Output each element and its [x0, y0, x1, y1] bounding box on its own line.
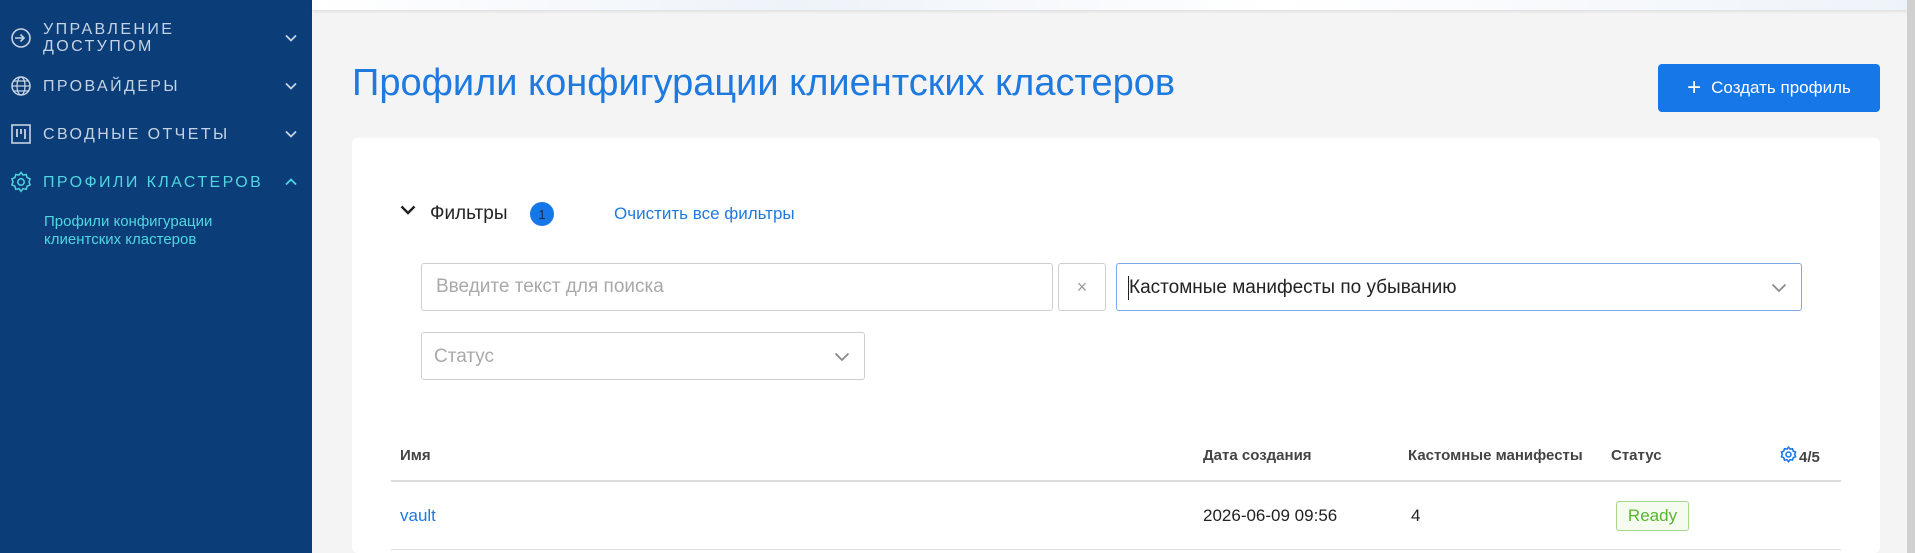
visible-columns-count: 4/5 [1799, 448, 1820, 466]
page-title: Профили конфигурации клиентских кластеро… [352, 62, 1176, 104]
create-profile-label: Создать профиль [1711, 78, 1851, 97]
clear-search-button[interactable]: × [1058, 263, 1106, 311]
status-select[interactable]: Статус [421, 332, 865, 380]
sidebar-item-cluster-profiles[interactable]: Профили кластеров [0, 162, 312, 202]
clear-all-filters-link[interactable]: Очистить все фильтры [614, 204, 795, 224]
table-row-divider [391, 549, 1841, 550]
chevron-down-icon[interactable] [398, 200, 418, 220]
column-header-status[interactable]: Статус [1611, 447, 1662, 464]
sidebar-item-label: Сводные отчеты [43, 125, 230, 143]
column-header-manifests[interactable]: Кастомные манифесты [1408, 447, 1583, 464]
sidebar-item-providers[interactable]: Провайдеры [0, 66, 312, 106]
sidebar-subitem-client-cluster-profiles[interactable]: Профили конфигурации клиентских кластеро… [44, 213, 284, 249]
plus-icon: + [1687, 74, 1702, 101]
sort-select[interactable]: Кастомные манифесты по убыванию [1116, 263, 1802, 311]
sort-select-value: Кастомные манифесты по убыванию [1129, 277, 1457, 298]
gear-icon [1780, 445, 1797, 468]
sign-in-icon [10, 27, 32, 49]
column-settings-button[interactable]: 4/5 [1780, 445, 1820, 468]
globe-icon [10, 75, 32, 97]
search-input[interactable] [421, 263, 1053, 311]
chevron-up-icon [284, 175, 298, 189]
top-bar [312, 0, 1915, 10]
column-header-name[interactable]: Имя [400, 447, 431, 464]
chevron-down-icon [834, 349, 850, 365]
chevron-down-icon [1771, 280, 1787, 296]
chevron-down-icon [284, 79, 298, 93]
gear-icon [10, 171, 32, 193]
sidebar-item-reports[interactable]: Сводные отчеты [0, 114, 312, 154]
filters-title[interactable]: Фильтры [430, 203, 507, 225]
create-profile-button[interactable]: + Создать профиль [1658, 64, 1880, 112]
close-icon: × [1076, 276, 1088, 297]
chevron-down-icon [284, 127, 298, 141]
chevron-down-icon [284, 31, 298, 45]
sidebar: Управление доступом Провайдеры Сводные о… [0, 0, 312, 553]
sidebar-item-label: Профили кластеров [43, 173, 264, 191]
row-created: 2026-06-09 09:56 [1203, 506, 1338, 525]
status-badge: Ready [1616, 501, 1689, 531]
status-select-placeholder: Статус [434, 346, 495, 367]
sidebar-item-label: Управление доступом [43, 21, 175, 55]
filters-count-badge: 1 [530, 202, 554, 226]
row-manifests: 4 [1411, 506, 1421, 525]
board-icon [10, 123, 32, 145]
column-header-created[interactable]: Дата создания [1203, 447, 1312, 464]
sidebar-item-label: Провайдеры [43, 77, 180, 95]
table-header-divider [391, 480, 1841, 482]
page-scrollbar[interactable] [1907, 0, 1915, 553]
row-name-link[interactable]: vault [400, 506, 436, 526]
sidebar-item-access-control[interactable]: Управление доступом [0, 18, 312, 58]
